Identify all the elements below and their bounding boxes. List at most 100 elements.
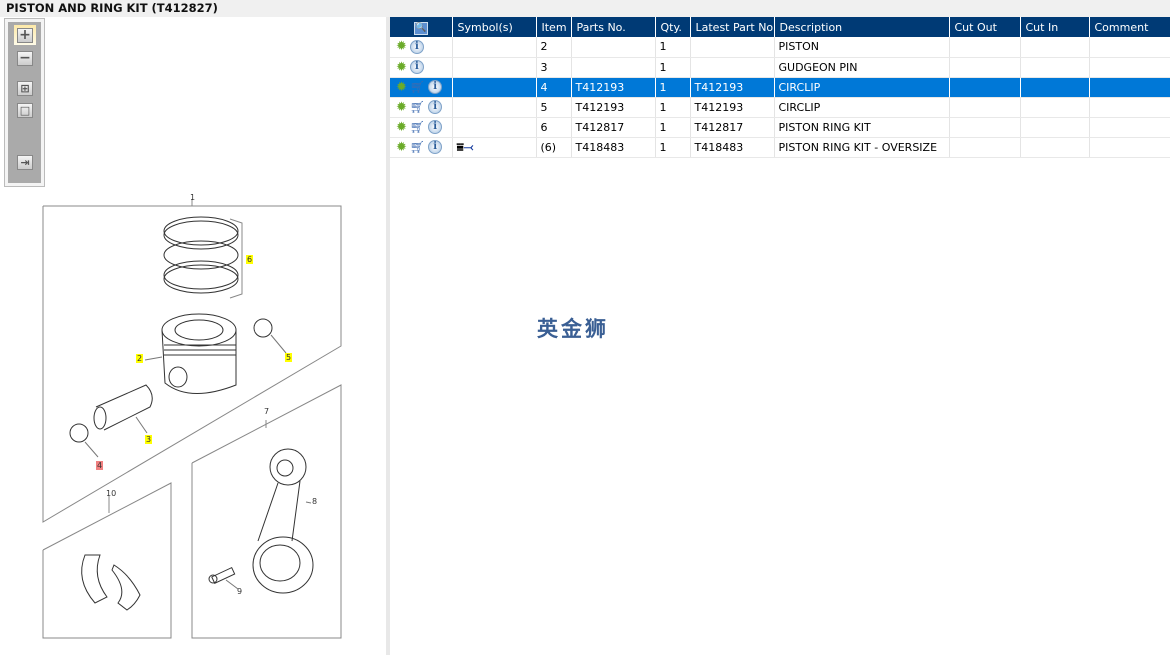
column-latest-part-no[interactable]: Latest Part No. <box>690 17 775 37</box>
table-row[interactable]: ✹ 🛒︎ i 4 T412193 1 T412193 CIRCLIP <box>390 77 1170 98</box>
cut-in-cell <box>1020 57 1090 78</box>
row-actions: ✹ 🛒︎ i <box>390 137 453 158</box>
callout[interactable]: 9 <box>237 587 242 596</box>
item-cell: 3 <box>536 57 572 78</box>
table-row[interactable]: ✹ 🛒︎ i 5 T412193 1 T412193 CIRCLIP <box>390 97 1170 118</box>
callout[interactable]: 3 <box>145 435 153 444</box>
zoom-out-button[interactable]: − <box>14 48 36 68</box>
cart-icon[interactable]: 🛒︎ <box>410 80 425 94</box>
cut-in-cell <box>1020 97 1090 118</box>
column-qty[interactable]: Qty. <box>655 17 691 37</box>
row-actions: ✹ 🛒︎ i <box>390 117 453 138</box>
parts-no-cell <box>571 37 656 58</box>
callout[interactable]: 7 <box>264 407 269 416</box>
parts-no-cell: T412193 <box>571 97 656 118</box>
cut-out-cell <box>949 37 1021 58</box>
info-icon[interactable]: i <box>409 60 424 74</box>
item-cell: (6) <box>536 137 572 158</box>
info-icon[interactable]: i <box>428 140 443 154</box>
gear-icon[interactable]: ✹ <box>396 100 407 115</box>
cut-out-cell <box>949 77 1021 98</box>
cart-icon[interactable]: 🛒︎ <box>410 120 425 134</box>
info-icon[interactable]: i <box>428 80 443 94</box>
symbols-cell: ⩸⤙ <box>452 137 537 158</box>
row-actions: ✹ 🛒︎ i <box>390 97 453 118</box>
column-item[interactable]: Item <box>536 17 572 37</box>
actual-size-button[interactable]: □ <box>14 100 36 120</box>
column-comment[interactable]: Comment <box>1089 17 1170 37</box>
row-actions: ✹ i <box>390 57 453 78</box>
gear-icon[interactable]: ✹ <box>396 120 407 135</box>
callout[interactable]: 10 <box>106 489 116 498</box>
parts-list-panel: 🔍 Symbol(s) Item Parts No. Qty. Latest P… <box>390 17 1170 655</box>
grid-icon: ⊞ <box>17 80 33 96</box>
latest-part-no-cell: T412817 <box>690 117 775 138</box>
gear-icon[interactable]: ✹ <box>396 80 407 95</box>
search-icon: 🔍 <box>413 21 428 35</box>
latest-part-no-cell: T418483 <box>690 137 775 158</box>
row-actions: ✹ i <box>390 37 453 58</box>
description-cell: GUDGEON PIN <box>774 57 950 78</box>
parts-no-cell <box>571 57 656 78</box>
export-button[interactable]: ⇥ <box>14 152 36 172</box>
comment-cell <box>1089 77 1170 98</box>
callout[interactable]: 1 <box>190 193 195 202</box>
parts-no-cell: T412193 <box>571 77 656 98</box>
zoom-in-button[interactable]: + <box>14 25 36 45</box>
callout[interactable]: 6 <box>246 255 254 264</box>
info-icon[interactable]: i <box>409 39 424 54</box>
info-icon[interactable]: i <box>428 120 443 134</box>
watermark: 英金狮 <box>537 317 609 341</box>
gear-icon[interactable]: ✹ <box>396 140 407 155</box>
latest-part-no-cell <box>690 37 775 58</box>
square-icon: □ <box>17 102 33 118</box>
symbols-cell <box>452 117 537 138</box>
latest-part-no-cell <box>690 57 775 78</box>
column-description[interactable]: Description <box>774 17 950 37</box>
column-cut-out[interactable]: Cut Out <box>949 17 1021 37</box>
cut-out-cell <box>949 57 1021 78</box>
row-actions: ✹ 🛒︎ i <box>390 77 453 98</box>
table-row[interactable]: ✹ 🛒︎ i 6 T412817 1 T412817 PISTON RING KIT <box>390 117 1170 138</box>
symbols-cell <box>452 77 537 98</box>
description-cell: PISTON RING KIT <box>774 117 950 138</box>
symbols-cell <box>452 37 537 58</box>
fit-all-button[interactable]: ⊞ <box>14 78 36 98</box>
item-cell: 2 <box>536 37 572 58</box>
callout[interactable]: 2 <box>136 354 144 363</box>
column-parts-no[interactable]: Parts No. <box>571 17 656 37</box>
table-row[interactable]: ✹ 🛒︎ i ⩸⤙ (6) T418483 1 T418483 PISTON RIN… <box>390 137 1170 158</box>
diagram-toolbar: + − ⊞ □ ⇥ <box>4 18 45 187</box>
cart-icon[interactable]: 🛒︎ <box>410 140 425 154</box>
gear-icon[interactable]: ✹ <box>396 39 407 54</box>
column-symbols[interactable]: Symbol(s) <box>452 17 537 37</box>
export-icon: ⇥ <box>17 154 33 170</box>
callout[interactable]: 5 <box>285 353 293 362</box>
qty-cell: 1 <box>655 97 691 118</box>
column-search[interactable]: 🔍 <box>390 17 453 37</box>
interchange-symbol-icon: ⩸⤙ <box>456 139 474 154</box>
callout[interactable]: 8 <box>312 497 317 506</box>
qty-cell: 1 <box>655 57 691 78</box>
parts-no-cell: T418483 <box>571 137 656 158</box>
symbols-cell <box>452 97 537 118</box>
page-title: PISTON AND RING KIT (T412827) <box>6 1 218 15</box>
callout[interactable]: 4 <box>96 461 104 470</box>
qty-cell: 1 <box>655 77 691 98</box>
qty-cell: 1 <box>655 37 691 58</box>
description-cell: CIRCLIP <box>774 77 950 98</box>
cart-icon[interactable]: 🛒︎ <box>410 100 425 114</box>
column-cut-in[interactable]: Cut In <box>1020 17 1090 37</box>
zoom-out-icon: − <box>17 50 33 66</box>
description-cell: CIRCLIP <box>774 97 950 118</box>
gear-icon[interactable]: ✹ <box>396 60 407 75</box>
callouts: 1 2 3 4 5 6 7 8 9 10 <box>0 185 386 655</box>
cut-out-cell <box>949 117 1021 138</box>
parts-no-cell: T412817 <box>571 117 656 138</box>
description-cell: PISTON <box>774 37 950 58</box>
table-row[interactable]: ✹ i 2 1 PISTON <box>390 37 1170 58</box>
info-icon[interactable]: i <box>428 100 443 114</box>
symbols-cell <box>452 57 537 78</box>
latest-part-no-cell: T412193 <box>690 77 775 98</box>
table-row[interactable]: ✹ i 3 1 GUDGEON PIN <box>390 57 1170 78</box>
